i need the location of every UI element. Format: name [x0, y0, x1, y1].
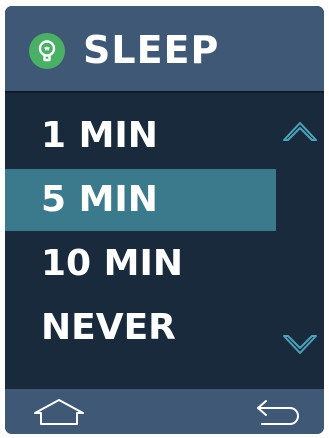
chevron-up-icon[interactable] [280, 118, 320, 144]
header-bar: SLEEP [5, 6, 324, 93]
chevron-down-icon[interactable] [280, 332, 320, 358]
page-title: SLEEP [83, 28, 220, 72]
option-5-min[interactable]: 5 MIN [5, 169, 276, 231]
footer-bar [5, 389, 324, 434]
option-10-min[interactable]: 10 MIN [5, 233, 276, 295]
device-screen: SLEEP 1 MIN 5 MIN 10 MIN NEVER [5, 6, 324, 434]
sleep-settings-icon [29, 33, 65, 69]
home-icon[interactable] [32, 397, 86, 427]
back-icon[interactable] [254, 397, 304, 427]
option-1-min[interactable]: 1 MIN [5, 105, 276, 167]
option-never[interactable]: NEVER [5, 297, 276, 359]
